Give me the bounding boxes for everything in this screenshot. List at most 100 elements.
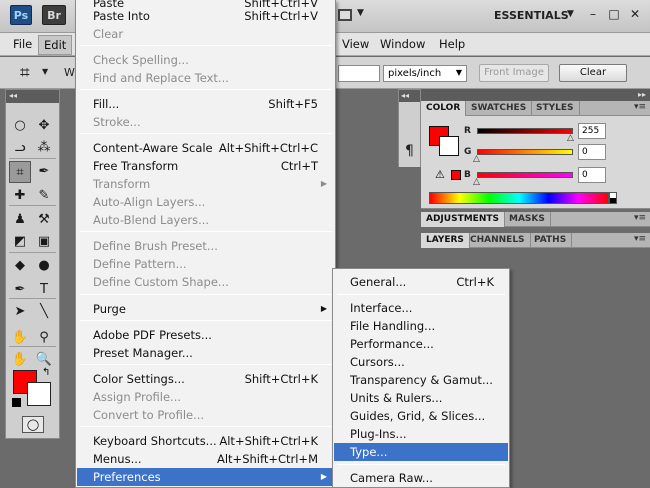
- background-color-swatch[interactable]: [27, 382, 51, 406]
- menu-edit[interactable]: Edit: [38, 35, 73, 55]
- elliptical-marquee-tool-icon[interactable]: ○: [9, 115, 31, 137]
- menu-item-preferences[interactable]: Preferences ▶: [77, 468, 334, 486]
- tab-paths[interactable]: PATHS: [529, 233, 573, 248]
- green-slider-thumb[interactable]: △: [473, 154, 480, 164]
- menu-item-content-aware-scale[interactable]: Content-Aware Scale Alt+Shift+Ctrl+C: [77, 139, 334, 157]
- front-image-button[interactable]: Front Image: [479, 64, 549, 82]
- resolution-units-select[interactable]: pixels/inch ▼: [383, 65, 467, 82]
- menu-item-convert-to-profile[interactable]: Convert to Profile...: [77, 406, 334, 424]
- menu-item-keyboard-shortcuts[interactable]: Keyboard Shortcuts... Alt+Shift+Ctrl+K: [77, 432, 334, 450]
- menu-item-find-replace-text[interactable]: Find and Replace Text...: [77, 69, 334, 87]
- eraser-tool-icon[interactable]: ◩: [9, 231, 31, 253]
- panel-menu-icon[interactable]: ▾≡: [634, 213, 646, 223]
- menu-item-fill[interactable]: Fill... Shift+F5: [77, 95, 334, 113]
- lasso-tool-icon[interactable]: ᓗ: [9, 137, 31, 159]
- tool-preset-caret-icon[interactable]: ▼: [42, 67, 48, 76]
- maximize-button[interactable]: □: [606, 6, 622, 22]
- crop-tool-icon[interactable]: ⌗: [9, 161, 31, 183]
- pref-item-camera-raw[interactable]: Camera Raw...: [334, 469, 508, 487]
- chevron-down-icon[interactable]: ▼: [357, 8, 364, 18]
- pref-item-file-handling[interactable]: File Handling...: [334, 317, 508, 335]
- tab-layers[interactable]: LAYERS: [421, 233, 470, 248]
- out-of-gamut-warning-icon[interactable]: ⚠: [435, 168, 445, 181]
- menu-window[interactable]: Window: [380, 37, 425, 51]
- blue-slider[interactable]: [477, 172, 573, 178]
- menu-item-free-transform[interactable]: Free Transform Ctrl+T: [77, 157, 334, 175]
- menu-item-preset-manager[interactable]: Preset Manager...: [77, 344, 334, 362]
- menu-help[interactable]: Help: [439, 37, 465, 51]
- gradient-tool-icon[interactable]: ▣: [33, 231, 55, 253]
- menu-item-purge[interactable]: Purge ▶: [77, 300, 334, 318]
- menu-item-transform[interactable]: Transform ▶: [77, 175, 334, 193]
- black-white-ramp[interactable]: [609, 192, 617, 204]
- menu-item-color-settings[interactable]: Color Settings... Shift+Ctrl+K: [77, 370, 334, 388]
- tab-adjustments[interactable]: ADJUSTMENTS: [421, 212, 505, 227]
- swap-colors-icon[interactable]: ↰: [42, 367, 50, 378]
- panel-strip-collapse[interactable]: ◂◂: [399, 90, 420, 102]
- pref-item-type[interactable]: Type...: [334, 443, 508, 461]
- menu-item-stroke[interactable]: Stroke...: [77, 113, 334, 131]
- pref-item-interface[interactable]: Interface...: [334, 299, 508, 317]
- path-selection-tool-icon[interactable]: ➤: [9, 301, 31, 323]
- quick-mask-icon[interactable]: ◯: [22, 416, 44, 433]
- red-value-field[interactable]: 255: [578, 123, 606, 139]
- eyedropper-tool-icon[interactable]: ✒: [33, 161, 55, 183]
- green-value-field[interactable]: 0: [578, 144, 606, 160]
- red-slider-thumb[interactable]: △: [567, 133, 574, 143]
- hand-tool-icon[interactable]: ✋: [9, 349, 31, 371]
- history-brush-tool-icon[interactable]: ⚒: [33, 209, 55, 231]
- pref-item-general[interactable]: General... Ctrl+K: [334, 273, 508, 291]
- menu-item-define-brush-preset[interactable]: Define Brush Preset...: [77, 237, 334, 255]
- close-button[interactable]: ✕: [627, 6, 643, 22]
- menu-item-define-custom-shape[interactable]: Define Custom Shape...: [77, 273, 334, 291]
- workspace-switcher[interactable]: ESSENTIALS: [494, 9, 569, 22]
- menu-item-auto-blend-layers[interactable]: Auto-Blend Layers...: [77, 211, 334, 229]
- bridge-launch-icon[interactable]: Br: [42, 5, 66, 25]
- pref-item-transparency-gamut[interactable]: Transparency & Gamut...: [334, 371, 508, 389]
- tab-channels[interactable]: CHANNELS: [465, 233, 531, 248]
- brush-tool-icon[interactable]: ✎: [33, 185, 55, 207]
- pref-item-units-rulers[interactable]: Units & Rulers...: [334, 389, 508, 407]
- pref-item-cursors[interactable]: Cursors...: [334, 353, 508, 371]
- pref-item-plug-ins[interactable]: Plug-Ins...: [334, 425, 508, 443]
- quick-selection-tool-icon[interactable]: ⁂: [33, 137, 55, 159]
- tab-swatches[interactable]: SWATCHES: [466, 101, 533, 116]
- clone-stamp-tool-icon[interactable]: ♟: [9, 209, 31, 231]
- dodge-tool-icon[interactable]: ●: [33, 255, 55, 277]
- panel-menu-icon[interactable]: ▾≡: [634, 102, 646, 112]
- crop-tool-icon[interactable]: ⌗: [20, 63, 30, 83]
- menu-item-clear[interactable]: Clear: [77, 25, 334, 43]
- panel-dock-expand[interactable]: ▸▸: [421, 89, 650, 101]
- green-slider[interactable]: [477, 149, 573, 155]
- minimize-button[interactable]: –: [585, 6, 601, 22]
- default-colors-icon[interactable]: [12, 398, 21, 407]
- pref-item-performance[interactable]: Performance...: [334, 335, 508, 353]
- gamut-color-swatch[interactable]: [451, 170, 461, 180]
- menu-item-define-pattern[interactable]: Define Pattern...: [77, 255, 334, 273]
- menu-item-check-spelling[interactable]: Check Spelling...: [77, 51, 334, 69]
- clear-button[interactable]: Clear: [559, 64, 627, 82]
- chevron-down-icon[interactable]: ▼: [567, 9, 574, 19]
- menu-item-adobe-pdf-presets[interactable]: Adobe PDF Presets...: [77, 326, 334, 344]
- paragraph-panel-icon[interactable]: ¶: [405, 143, 414, 159]
- tab-styles[interactable]: STYLES: [531, 101, 580, 116]
- resolution-field[interactable]: [338, 65, 380, 82]
- red-slider[interactable]: [477, 128, 573, 134]
- move-tool-icon[interactable]: ✥: [33, 115, 55, 137]
- menu-file[interactable]: File: [13, 37, 32, 51]
- screen-mode-icon[interactable]: [338, 9, 352, 21]
- menu-item-auto-align-layers[interactable]: Auto-Align Layers...: [77, 193, 334, 211]
- color-background-swatch[interactable]: [439, 136, 459, 156]
- menu-item-menus[interactable]: Menus... Alt+Shift+Ctrl+M: [77, 450, 334, 468]
- pref-item-guides-grid-slices[interactable]: Guides, Grid, & Slices...: [334, 407, 508, 425]
- color-spectrum-ramp[interactable]: [429, 192, 609, 204]
- blur-tool-icon[interactable]: ◆: [9, 255, 31, 277]
- menu-item-paste-into[interactable]: Paste Into Shift+Ctrl+V: [77, 7, 334, 25]
- healing-brush-tool-icon[interactable]: ✚: [9, 185, 31, 207]
- tab-masks[interactable]: MASKS: [504, 212, 551, 227]
- tools-panel-collapse[interactable]: ◂◂: [6, 90, 59, 103]
- blue-slider-thumb[interactable]: △: [473, 177, 480, 187]
- line-tool-icon[interactable]: ╲: [33, 301, 55, 323]
- menu-item-assign-profile[interactable]: Assign Profile...: [77, 388, 334, 406]
- tab-color[interactable]: COLOR: [421, 101, 467, 116]
